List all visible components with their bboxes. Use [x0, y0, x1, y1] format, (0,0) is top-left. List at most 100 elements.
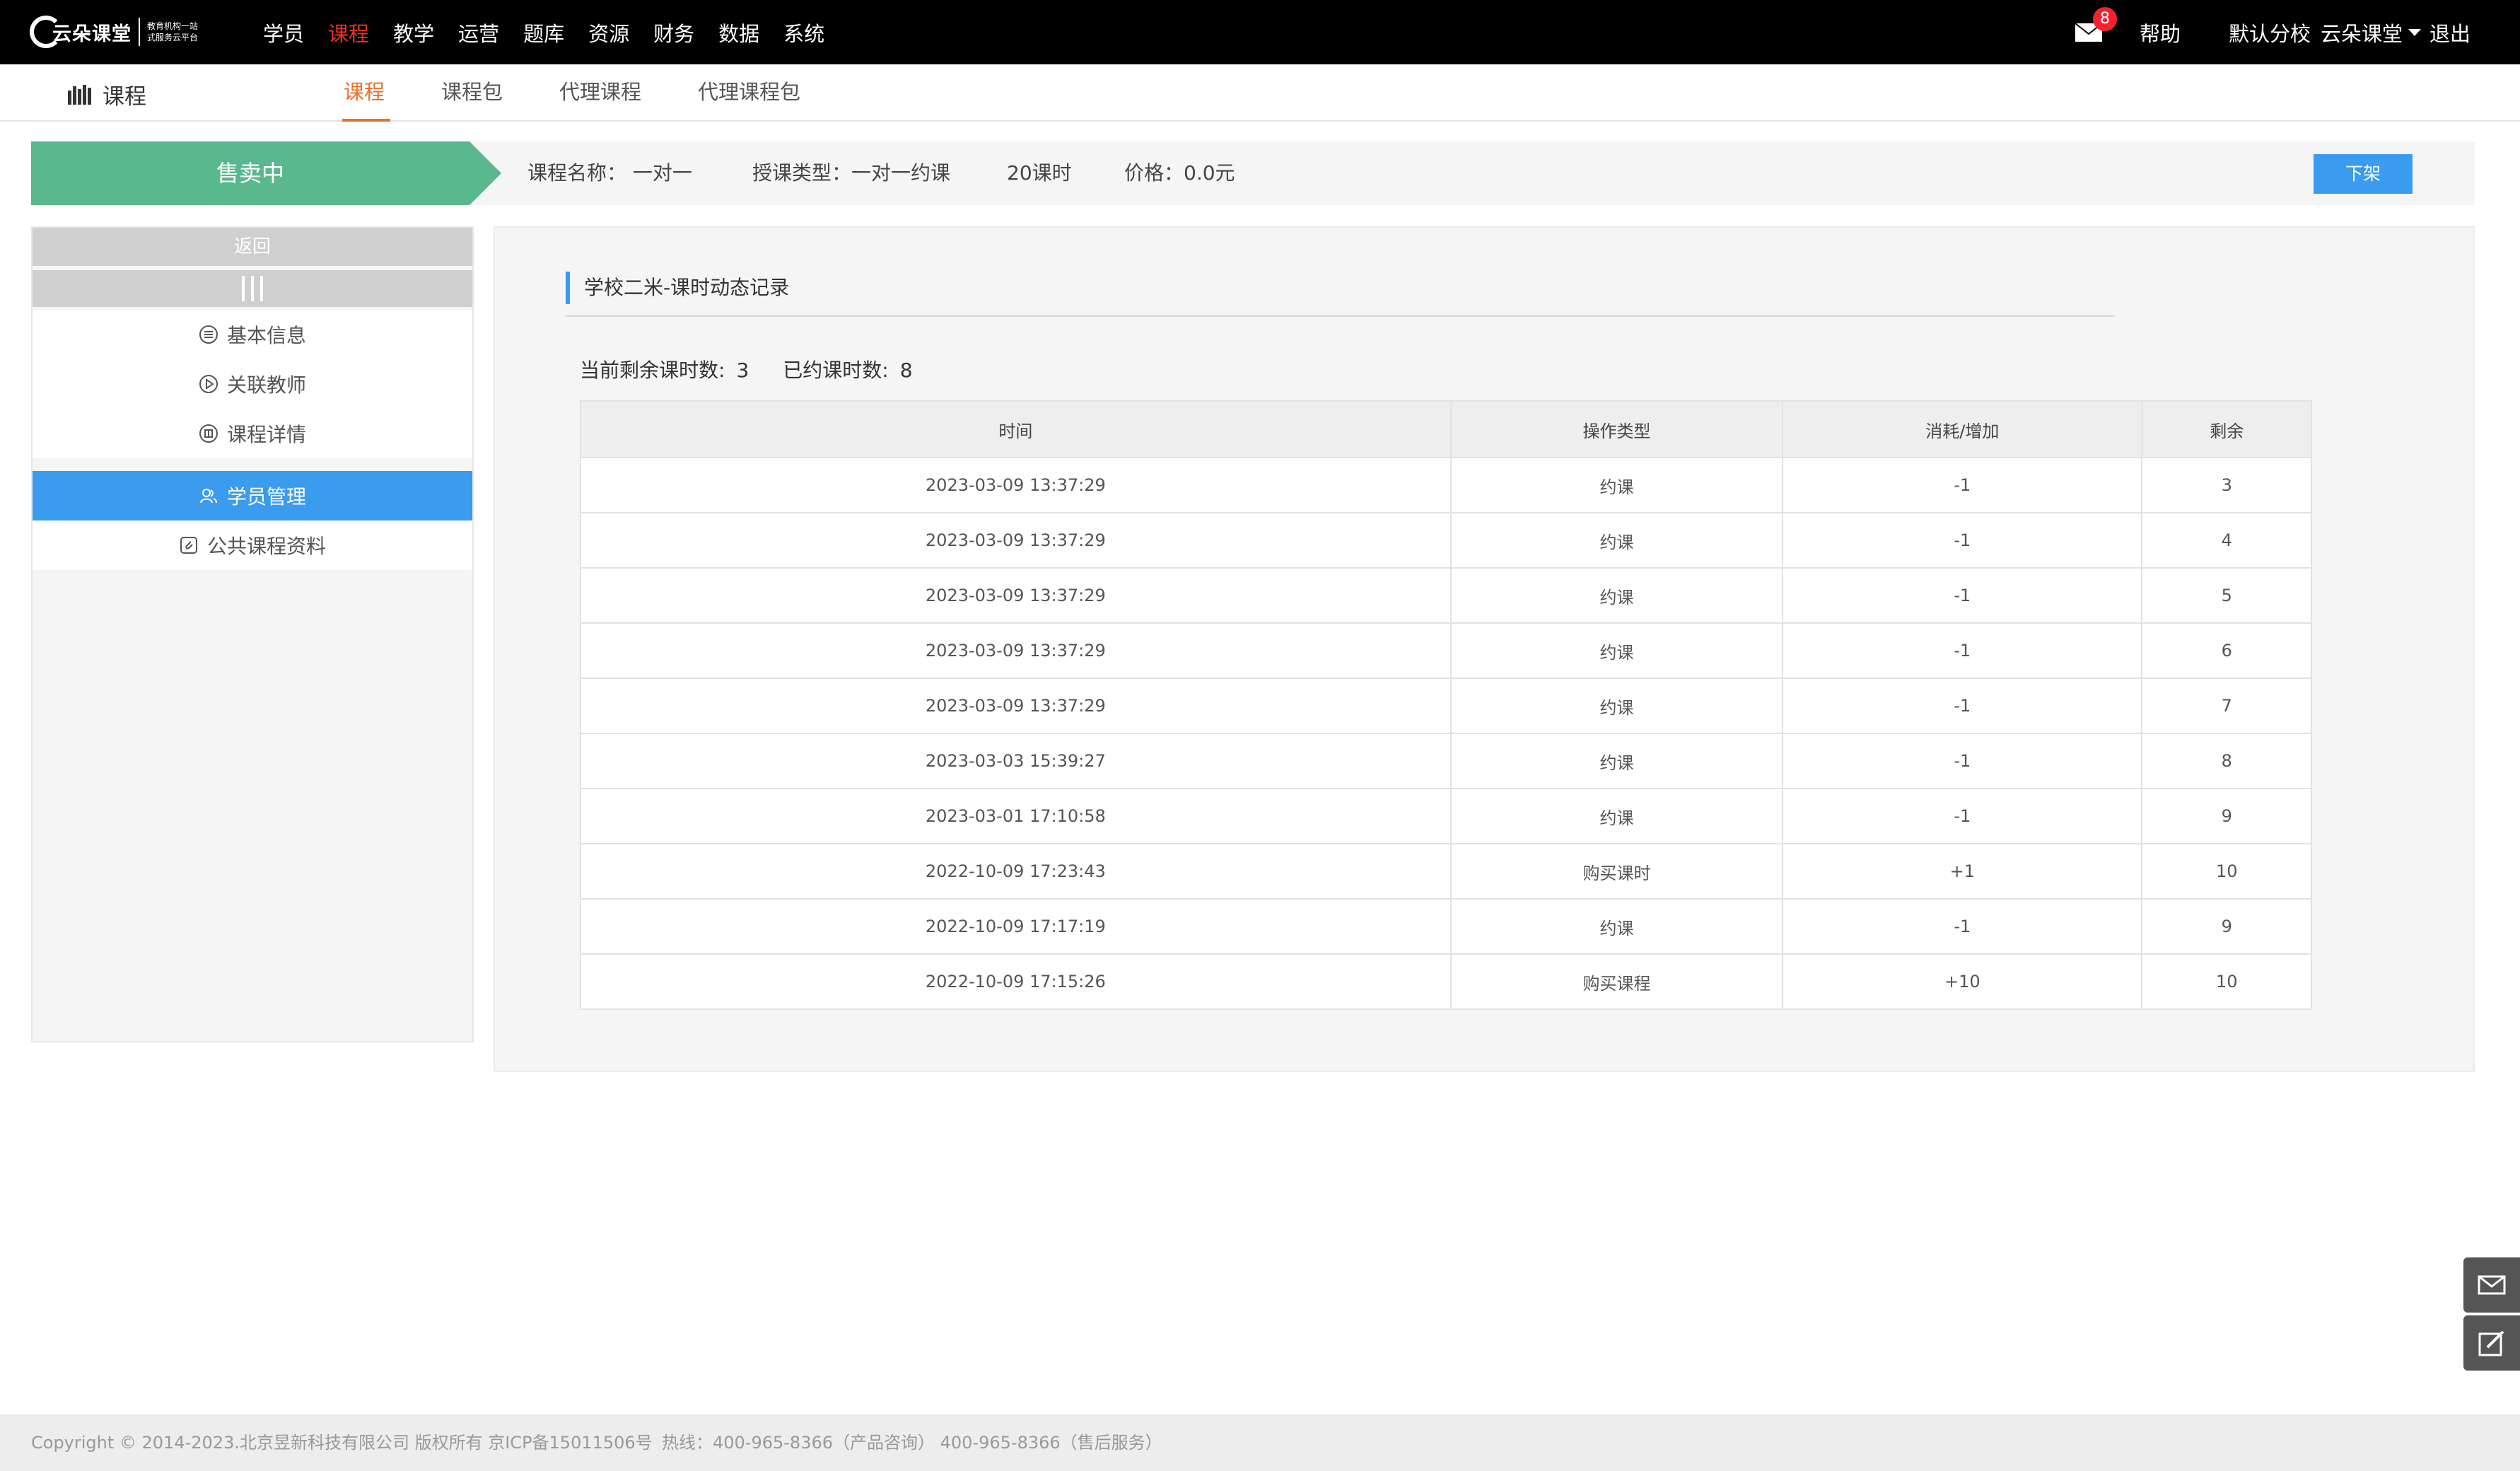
logo[interactable]: 云朵课堂 教育机构一站 式服务云平台: [30, 10, 199, 54]
sidebar-item-label: 公共课程资料: [206, 535, 326, 558]
nav-students[interactable]: 学员: [263, 18, 304, 47]
float-feedback-button[interactable]: [2463, 1315, 2520, 1371]
table-row: 2023-03-09 13:37:29 约课 -1 7: [580, 678, 2312, 734]
cell-change: -1: [1782, 512, 2143, 569]
nav-data[interactable]: 数据: [718, 18, 759, 47]
cell-change: -1: [1782, 457, 2143, 513]
cell-time: 2023-03-03 15:39:27: [580, 733, 1452, 789]
cell-time: 2022-10-09 17:17:19: [580, 898, 1452, 955]
course-status-bar: 售卖中 课程名称： 一对一 授课类型：一对一约课 20课时 价格：0.0元 下架: [31, 141, 2475, 205]
mail-icon: [2478, 1275, 2506, 1295]
teach-type: 授课类型：一对一约课: [752, 161, 951, 185]
course-name: 课程名称： 一对一: [527, 161, 692, 185]
cell-operation: 约课: [1449, 512, 1784, 569]
hour-records-table: 时间 操作类型 消耗/增加 剩余 2023-03-09 13:37:29 约课 …: [580, 400, 2312, 1010]
cell-remaining: 5: [2141, 567, 2312, 624]
sidebar-item-student-management[interactable]: 学员管理: [33, 471, 472, 521]
cell-remaining: 9: [2141, 788, 2312, 844]
cell-change: +10: [1782, 953, 2143, 1010]
bars-icon: [242, 276, 263, 301]
sidebar-item-course-details[interactable]: 课程详情: [33, 409, 472, 458]
nav-courses[interactable]: 课程: [328, 18, 369, 47]
cell-operation: 约课: [1449, 788, 1784, 844]
grid-circle-icon: [199, 424, 218, 443]
users-icon: [199, 489, 217, 504]
logout-link[interactable]: 退出: [2429, 18, 2471, 47]
panel-title: 学校二米-课时动态记录: [566, 272, 789, 304]
sidebar: 返回 基本信息 关联教师 课程详情 学员管理 公共课程资料: [31, 226, 474, 1042]
cell-operation: 约课: [1449, 898, 1784, 955]
booked-hours-value: 8: [899, 359, 913, 382]
play-circle-icon: [199, 375, 218, 393]
logo-slogan-line2: 式服务云平台: [147, 33, 199, 42]
status-badge: 售卖中: [31, 141, 469, 205]
cell-time: 2023-03-01 17:10:58: [580, 788, 1452, 844]
cell-time: 2023-03-09 13:37:29: [580, 512, 1452, 569]
collapse-button[interactable]: [33, 270, 472, 307]
user-name[interactable]: 云朵课堂: [2321, 18, 2403, 47]
cell-operation: 购买课程: [1449, 953, 1784, 1010]
nav-system[interactable]: 系统: [783, 18, 824, 47]
cell-change: -1: [1782, 898, 2143, 955]
logo-slogan: 教育机构一站 式服务云平台: [147, 21, 198, 43]
nav-resources[interactable]: 资源: [588, 18, 629, 47]
cell-time: 2023-03-09 13:37:29: [580, 457, 1452, 513]
panel-divider: [566, 315, 2114, 317]
sidebar-item-label: 学员管理: [226, 485, 306, 508]
offshelf-button[interactable]: 下架: [2314, 154, 2413, 194]
school-selector[interactable]: 默认分校: [2229, 18, 2311, 47]
sidebar-item-public-materials[interactable]: 公共课程资料: [33, 521, 472, 570]
page-title: 课程: [68, 79, 146, 110]
course-tabs: 课程 课程包 代理课程 代理课程包: [342, 64, 857, 122]
cell-remaining: 8: [2141, 733, 2312, 789]
tab-course-package[interactable]: 课程包: [441, 64, 503, 122]
tab-agent-course[interactable]: 代理课程: [559, 64, 641, 122]
footer-hotline: 热线：400-965-8366（产品咨询） 400-965-8366（售后服务）: [662, 1433, 1162, 1453]
sidebar-item-label: 课程详情: [226, 423, 306, 446]
list-circle-icon: [199, 325, 218, 344]
back-button[interactable]: 返回: [33, 228, 472, 266]
booked-hours: 已约课时数: 8: [783, 355, 912, 383]
float-message-button[interactable]: [2463, 1257, 2520, 1313]
cell-operation: 约课: [1449, 733, 1784, 789]
cell-change: -1: [1782, 733, 2143, 789]
nav-question-bank[interactable]: 题库: [523, 18, 564, 47]
logo-name: 云朵课堂: [52, 23, 132, 45]
cell-remaining: 3: [2141, 457, 2312, 513]
main-content: 学校二米-课时动态记录 当前剩余课时数: 3 已约课时数: 8 时间 操作类型 消耗…: [494, 226, 2475, 1072]
cell-remaining: 9: [2141, 898, 2312, 955]
nav-teaching[interactable]: 教学: [393, 18, 434, 47]
page-title-text: 课程: [103, 84, 146, 110]
remaining-hours: 当前剩余课时数: 3: [580, 355, 749, 383]
nav-finance[interactable]: 财务: [653, 18, 694, 47]
tab-course[interactable]: 课程: [342, 64, 391, 122]
logo-divider: [139, 18, 140, 46]
cell-change: -1: [1782, 788, 2143, 844]
nav-operations[interactable]: 运营: [458, 18, 499, 47]
table-row: 2023-03-09 13:37:29 约课 -1 6: [580, 622, 2312, 679]
cell-time: 2023-03-09 13:37:29: [580, 567, 1452, 624]
cell-operation: 约课: [1449, 567, 1784, 624]
cell-change: -1: [1782, 622, 2143, 679]
table-row: 2023-03-09 13:37:29 约课 -1 5: [580, 567, 2312, 624]
column-header-time: 时间: [580, 400, 1452, 458]
cell-operation: 约课: [1449, 678, 1784, 734]
cell-remaining: 10: [2141, 953, 2312, 1010]
sidebar-item-basic-info[interactable]: 基本信息: [33, 310, 472, 359]
edit-icon: [2478, 1330, 2504, 1356]
cell-remaining: 7: [2141, 678, 2312, 734]
mail-button[interactable]: 8: [2075, 6, 2117, 42]
sidebar-item-related-teachers[interactable]: 关联教师: [33, 359, 472, 409]
remaining-hours-label: 当前剩余课时数:: [580, 359, 725, 382]
cell-change: -1: [1782, 567, 2143, 624]
mail-count-badge: 8: [2092, 6, 2117, 31]
help-link[interactable]: 帮助: [2140, 18, 2181, 47]
cell-remaining: 4: [2141, 512, 2312, 569]
tab-agent-course-package[interactable]: 代理课程包: [698, 64, 800, 122]
table-row: 2023-03-09 13:37:29 约课 -1 4: [580, 512, 2312, 569]
booked-hours-label: 已约课时数:: [783, 359, 889, 382]
chevron-down-icon[interactable]: [2408, 28, 2421, 36]
cell-remaining: 10: [2141, 843, 2312, 900]
footer: Copyright © 2014-2023.北京昱新科技有限公司 版权所有 京I…: [0, 1414, 2520, 1471]
cell-time: 2022-10-09 17:23:43: [580, 843, 1452, 900]
